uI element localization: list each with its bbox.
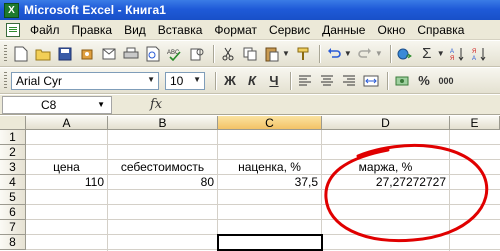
cell-b3[interactable]: себестоимость [108, 160, 218, 175]
standard-toolbar: ABC ▼ ▼ ▼ Σ ▼ AЯ ЯA [0, 41, 500, 67]
svg-text:Я: Я [472, 49, 476, 55]
underline-button[interactable]: Ч [264, 71, 284, 91]
name-box[interactable]: C8 ▼ [2, 95, 112, 114]
new-document-icon[interactable] [11, 44, 31, 64]
row-header-3[interactable]: 3 [0, 160, 26, 175]
hyperlink-icon[interactable] [395, 44, 415, 64]
row-header-1[interactable]: 1 [0, 130, 26, 145]
open-folder-icon[interactable] [33, 44, 53, 64]
row-header-5[interactable]: 5 [0, 190, 26, 205]
row-header-7[interactable]: 7 [0, 220, 26, 235]
paste-icon[interactable] [262, 44, 282, 64]
comma-style-icon[interactable]: 000 [436, 71, 456, 91]
font-size-select[interactable]: 10 ▼ [165, 71, 205, 90]
worksheet-grid: A B C D E 1 2 3 4 5 6 7 8 цена себестоим… [0, 116, 500, 251]
menu-window[interactable]: Окно [371, 21, 411, 39]
spelling-icon[interactable]: ABC [165, 44, 185, 64]
column-header-b[interactable]: B [108, 116, 218, 130]
chevron-down-icon[interactable]: ▼ [147, 75, 155, 84]
title-bar: X Microsoft Excel - Книга1 [0, 0, 500, 20]
menu-data[interactable]: Данные [316, 21, 371, 39]
cut-icon[interactable] [218, 44, 238, 64]
align-center-icon[interactable] [317, 71, 337, 91]
format-painter-icon[interactable] [293, 44, 313, 64]
currency-format-icon[interactable] [392, 71, 412, 91]
font-name-select[interactable]: Arial Cyr ▼ [11, 71, 159, 90]
sort-descending-icon[interactable]: ЯA [470, 44, 490, 64]
menu-tools[interactable]: Сервис [263, 21, 316, 39]
redo-dropdown-icon[interactable]: ▼ [375, 49, 383, 58]
toolbar-separator [290, 71, 291, 90]
toolbar-separator [215, 71, 216, 90]
menu-edit[interactable]: Правка [66, 21, 119, 39]
menu-bar: Файл Правка Вид Вставка Формат Сервис Да… [0, 20, 500, 40]
sort-ascending-icon[interactable]: AЯ [448, 44, 468, 64]
column-header-e[interactable]: E [450, 116, 500, 130]
cell-a3[interactable]: цена [26, 160, 108, 175]
save-icon[interactable] [55, 44, 75, 64]
active-cell-selection[interactable] [217, 234, 323, 251]
menu-file[interactable]: Файл [24, 21, 66, 39]
font-name-value: Arial Cyr [16, 73, 63, 88]
permission-icon[interactable] [77, 44, 97, 64]
cell-c3[interactable]: наценка, % [218, 160, 322, 175]
merge-center-icon[interactable] [361, 71, 381, 91]
autosum-dropdown-icon[interactable]: ▼ [437, 49, 445, 58]
undo-icon[interactable] [324, 44, 344, 64]
toolbar-separator [213, 44, 214, 63]
toolbar-grip[interactable] [4, 71, 7, 90]
print-preview-icon[interactable] [143, 44, 163, 64]
svg-text:A: A [450, 49, 454, 55]
undo-dropdown-icon[interactable]: ▼ [344, 49, 352, 58]
select-all-button[interactable] [0, 116, 26, 130]
align-left-icon[interactable] [295, 71, 315, 91]
insert-function-icon[interactable]: fx [150, 97, 162, 112]
bold-button[interactable]: Ж [220, 71, 240, 91]
row-header-4[interactable]: 4 [0, 175, 26, 190]
menu-format[interactable]: Формат [208, 21, 263, 39]
align-right-icon[interactable] [339, 71, 359, 91]
paste-dropdown-icon[interactable]: ▼ [282, 49, 290, 58]
toolbar-grip[interactable] [4, 44, 7, 63]
copy-icon[interactable] [240, 44, 260, 64]
window-title: Microsoft Excel - Книга1 [24, 3, 167, 17]
svg-text:Я: Я [450, 56, 454, 61]
excel-logo-icon: X [4, 2, 19, 18]
svg-text:A: A [472, 56, 476, 61]
menu-view[interactable]: Вид [118, 21, 152, 39]
chevron-down-icon[interactable]: ▼ [193, 75, 201, 84]
toolbar-separator [389, 44, 391, 63]
workbook-icon[interactable] [6, 22, 20, 37]
row-header-2[interactable]: 2 [0, 145, 26, 160]
print-icon[interactable] [121, 44, 141, 64]
autosum-icon[interactable]: Σ [417, 44, 437, 64]
cell-a4[interactable]: 110 [26, 175, 108, 190]
formula-bar: C8 ▼ fx [0, 95, 500, 115]
email-icon[interactable] [99, 44, 119, 64]
chevron-down-icon[interactable]: ▼ [97, 100, 105, 109]
column-header-c[interactable]: C [218, 116, 322, 130]
annotation-circle [324, 143, 489, 243]
row-header-8[interactable]: 8 [0, 235, 26, 250]
formatting-toolbar: Arial Cyr ▼ 10 ▼ Ж К Ч % 000 [0, 68, 500, 94]
percent-style-icon[interactable]: % [414, 71, 434, 91]
row-header-6[interactable]: 6 [0, 205, 26, 220]
name-box-value: C8 [41, 97, 57, 112]
font-size-value: 10 [170, 73, 184, 88]
cell-b4[interactable]: 80 [108, 175, 218, 190]
cell-c4[interactable]: 37,5 [218, 175, 322, 190]
menu-insert[interactable]: Вставка [152, 21, 209, 39]
toolbar-separator [387, 71, 388, 90]
redo-icon[interactable] [355, 44, 375, 64]
italic-button[interactable]: К [242, 71, 262, 91]
toolbar-separator [318, 44, 320, 63]
column-header-d[interactable]: D [322, 116, 450, 130]
research-icon[interactable] [187, 44, 207, 64]
column-header-a[interactable]: A [26, 116, 108, 130]
menu-help[interactable]: Справка [411, 21, 470, 39]
